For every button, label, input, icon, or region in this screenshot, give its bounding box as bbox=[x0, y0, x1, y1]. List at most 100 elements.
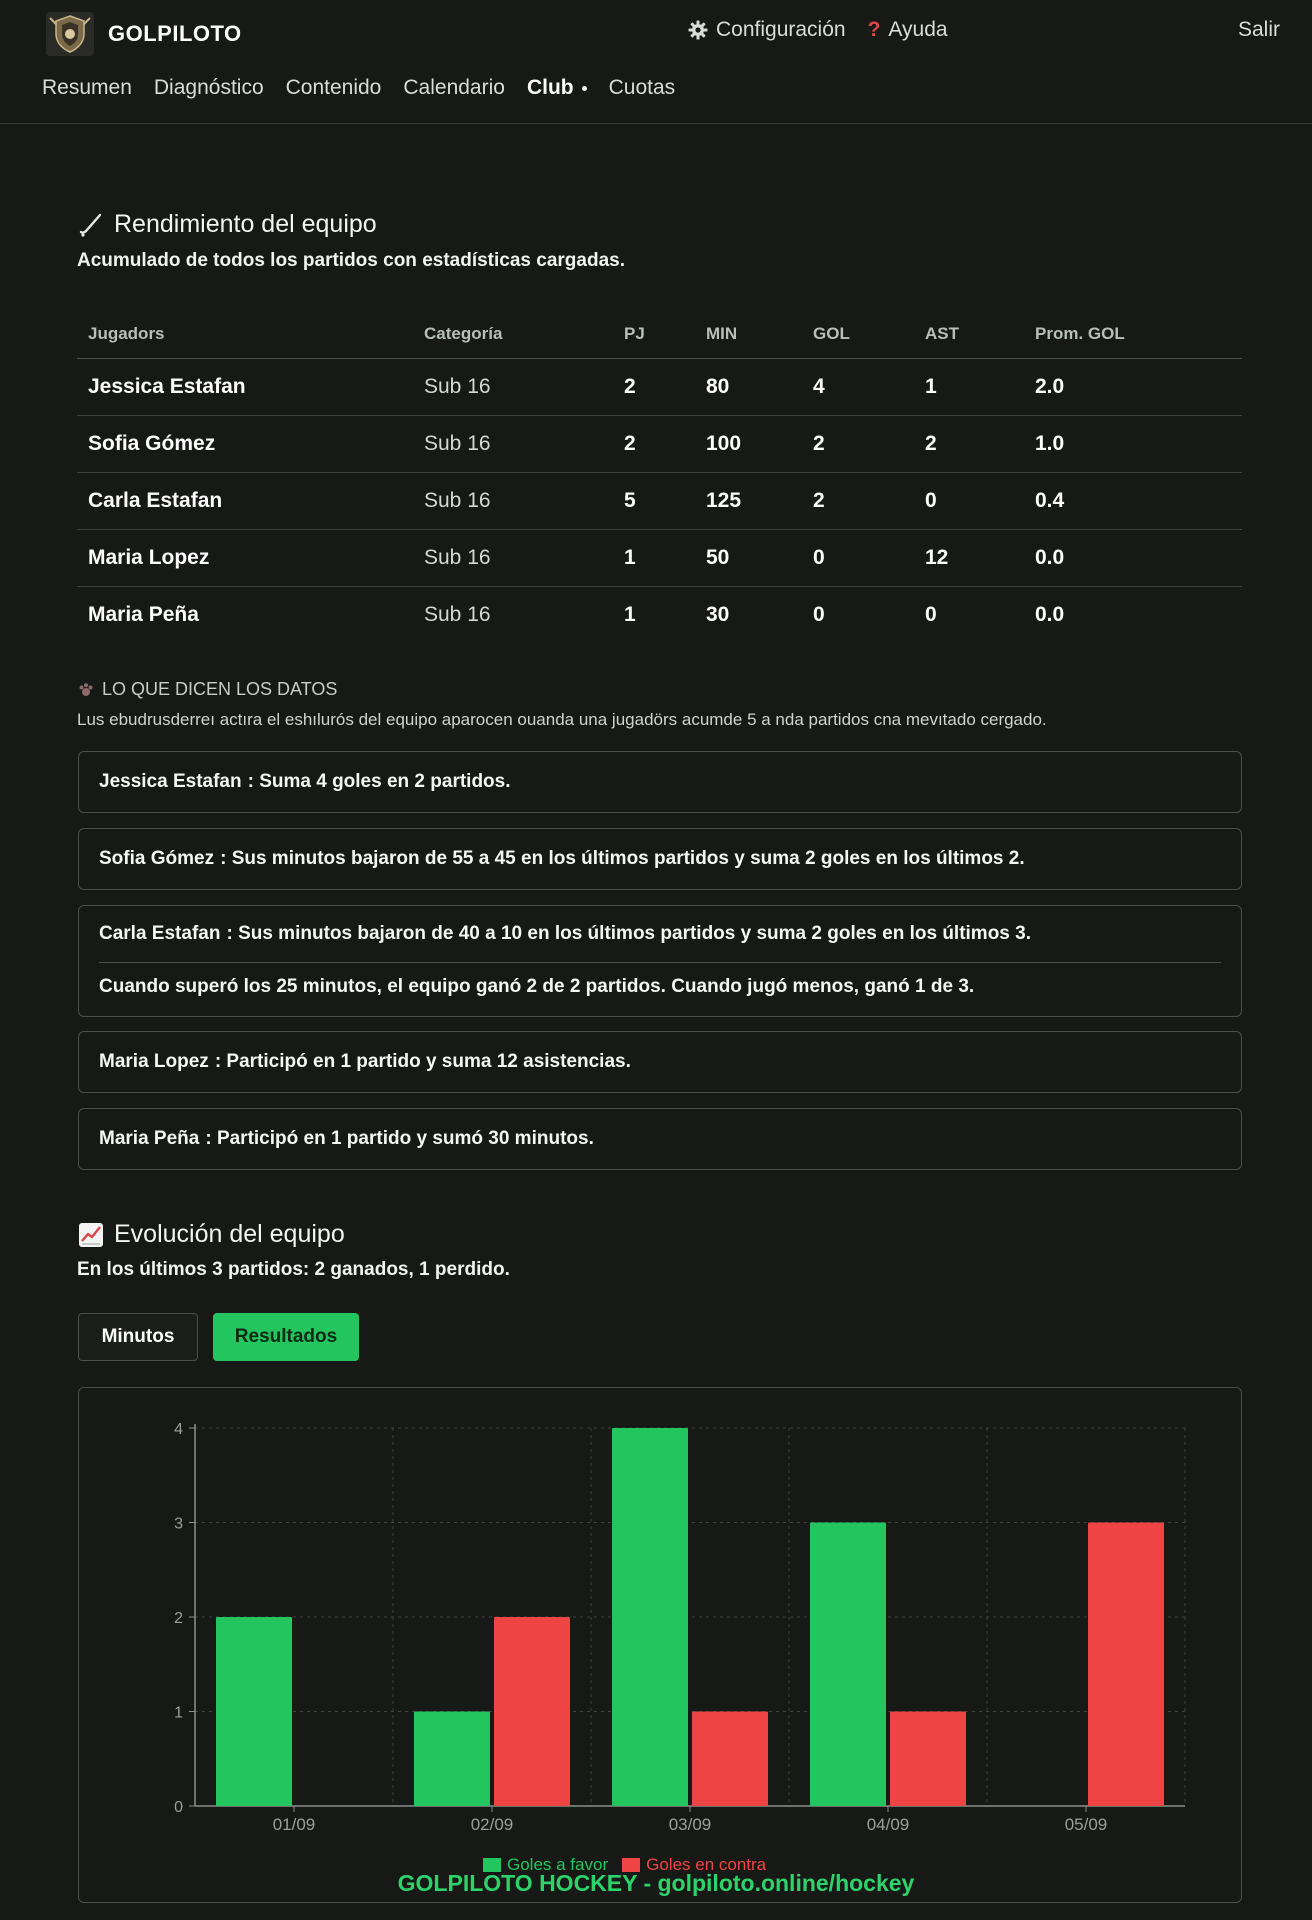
app-header: GOLPILOTO Configuración ? Ayuda Salir Re… bbox=[0, 0, 1312, 124]
category-cell: Sub 16 bbox=[424, 602, 491, 626]
insight-card: Maria Lopez: Participó en 1 partido y su… bbox=[78, 1031, 1242, 1093]
settings-label: Configuración bbox=[716, 18, 846, 41]
performance-title-text: Rendimiento del equipo bbox=[114, 210, 377, 238]
gol-cell: 2 bbox=[802, 472, 914, 530]
ast-cell: 1 bbox=[914, 358, 1024, 416]
insight-line: Cuando superó los 25 minutos, el equipo … bbox=[99, 963, 1221, 1011]
x-tick-label: 01/09 bbox=[273, 1815, 316, 1834]
nav-item-club[interactable]: Club bbox=[527, 76, 587, 100]
header-actions: Configuración ? Ayuda bbox=[688, 18, 948, 42]
column-header[interactable]: Prom. GOL bbox=[1024, 310, 1242, 359]
insight-text: Participó en 1 partido y sumó 30 minutos… bbox=[216, 1128, 594, 1149]
table-row[interactable]: Sofia Gómez Sub 16 2 100 2 2 1.0 bbox=[77, 415, 1242, 473]
evolution-title: Evolución del equipo bbox=[78, 1220, 345, 1249]
gol-cell: 4 bbox=[802, 358, 914, 416]
bar-goles-en-contra bbox=[890, 1711, 966, 1806]
y-tick-label: 1 bbox=[174, 1705, 183, 1722]
column-header[interactable]: Categoría bbox=[413, 310, 613, 359]
prom-gol-cell: 1.0 bbox=[1024, 415, 1242, 473]
player-name: Maria Peña bbox=[88, 602, 199, 626]
nav-item-diagnostico[interactable]: Diagnóstico bbox=[154, 76, 264, 100]
ast-cell: 0 bbox=[925, 602, 937, 626]
chart-trend-icon bbox=[79, 1222, 103, 1247]
y-tick-label: 4 bbox=[174, 1421, 183, 1438]
column-header[interactable]: AST bbox=[914, 310, 1024, 359]
main-nav: Resumen Diagnóstico Contenido Calendario… bbox=[42, 76, 675, 100]
insight-text: Suma 4 goles en 2 partidos. bbox=[259, 771, 511, 792]
category-cell: Sub 16 bbox=[413, 415, 613, 473]
results-toggle-button[interactable]: Resultados bbox=[213, 1313, 359, 1361]
logout-link[interactable]: Salir bbox=[1238, 18, 1280, 42]
player-name: Maria Lopez bbox=[77, 529, 413, 587]
table-row[interactable]: Jessica Estafan Sub 16 2 80 4 1 2.0 bbox=[77, 358, 1242, 416]
insight-text: Cuando superó los 25 minutos, el equipo … bbox=[99, 976, 975, 997]
question-mark-icon: ? bbox=[867, 18, 881, 41]
min-cell: 125 bbox=[695, 472, 802, 530]
brand[interactable]: GOLPILOTO bbox=[44, 10, 242, 58]
category-cell: Sub 16 bbox=[413, 358, 613, 416]
gol-cell: 0 bbox=[802, 529, 914, 587]
x-tick-label: 04/09 bbox=[867, 1815, 910, 1834]
pj-cell: 2 bbox=[613, 358, 695, 416]
x-tick-label: 03/09 bbox=[669, 1815, 712, 1834]
column-header[interactable]: GOL bbox=[802, 310, 914, 359]
bar-goles-en-contra bbox=[692, 1711, 768, 1806]
insight-card: Jessica Estafan: Suma 4 goles en 2 parti… bbox=[78, 751, 1242, 813]
nav-item-calendario[interactable]: Calendario bbox=[403, 76, 505, 100]
prom-gol-cell: 0.0 bbox=[1024, 529, 1242, 587]
nav-item-cuotas[interactable]: Cuotas bbox=[609, 76, 676, 100]
bar-goles-en-contra bbox=[1088, 1522, 1164, 1806]
help-link[interactable]: ? Ayuda bbox=[868, 18, 948, 42]
table-row[interactable]: Carla Estafan Sub 16 5 125 2 0 0.4 bbox=[77, 472, 1242, 530]
ast-cell: 0 bbox=[914, 472, 1024, 530]
column-header[interactable]: Jugadors bbox=[77, 310, 413, 359]
min-cell: 80 bbox=[695, 358, 802, 416]
gear-icon bbox=[688, 20, 708, 40]
settings-link[interactable]: Configuración bbox=[688, 18, 846, 42]
minutes-toggle-button[interactable]: Minutos bbox=[78, 1313, 198, 1361]
player-name: Sofia Gómez bbox=[77, 415, 413, 473]
insight-card: Sofia Gómez: Sus minutos bajaron de 55 a… bbox=[78, 828, 1242, 890]
insight-card: Carla Estafan: Sus minutos bajaron de 40… bbox=[78, 905, 1242, 1017]
evolution-title-text: Evolución del equipo bbox=[114, 1220, 345, 1248]
min-cell: 30 bbox=[706, 602, 730, 626]
player-name: Jessica Estafan bbox=[77, 358, 413, 416]
column-header[interactable]: PJ bbox=[613, 310, 695, 359]
performance-title: Rendimiento del equipo bbox=[78, 210, 377, 239]
results-chart-card: 0 1 2 3 4 01/09 02/09 03/09 04/09 05/09 bbox=[78, 1387, 1242, 1903]
insights-title: LO QUE DICEN LOS DATOS bbox=[102, 679, 338, 699]
column-header[interactable]: MIN bbox=[695, 310, 802, 359]
x-tick-label: 05/09 bbox=[1065, 1815, 1108, 1834]
gol-cell: 2 bbox=[802, 415, 914, 473]
insight-line: Sofia Gómez: Sus minutos bajaron de 55 a… bbox=[99, 848, 1025, 869]
y-tick-label: 0 bbox=[174, 1799, 183, 1816]
footer-watermark: GOLPILOTO HOCKEY - golpiloto.online/hock… bbox=[397, 1870, 915, 1896]
insight-card: Maria Peña: Participó en 1 partido y sum… bbox=[78, 1108, 1242, 1170]
y-tick-label: 3 bbox=[174, 1516, 183, 1533]
ast-cell: 12 bbox=[914, 529, 1024, 587]
insight-player-name: Maria Lopez bbox=[99, 1051, 209, 1072]
nav-item-contenido[interactable]: Contenido bbox=[286, 76, 382, 100]
insight-text: Sus minutos bajaron de 40 a 10 en los úl… bbox=[238, 923, 1031, 944]
table-header-row: Jugadors Categoría PJ MIN GOL AST Prom. … bbox=[77, 310, 1242, 359]
performance-subtitle: Acumulado de todos los partidos con esta… bbox=[77, 250, 625, 271]
table-row[interactable]: Maria Lopez Sub 16 1 50 0 12 0.0 bbox=[77, 529, 1242, 587]
gol-cell: 0 bbox=[813, 602, 825, 626]
insight-player-name: Jessica Estafan bbox=[99, 771, 242, 792]
min-cell: 50 bbox=[695, 529, 802, 587]
category-cell: Sub 16 bbox=[413, 529, 613, 587]
evolution-subtitle: En los últimos 3 partidos: 2 ganados, 1 … bbox=[77, 1259, 510, 1280]
insight-player-name: Maria Peña bbox=[99, 1128, 200, 1149]
table-row[interactable]: Maria Peña Sub 16 1 30 0 0 0.0 bbox=[77, 586, 1242, 643]
insight-player-name: Carla Estafan bbox=[99, 923, 221, 944]
insight-line: Maria Lopez: Participó en 1 partido y su… bbox=[99, 1051, 631, 1072]
nav-item-resumen[interactable]: Resumen bbox=[42, 76, 132, 100]
min-cell: 100 bbox=[695, 415, 802, 473]
pj-cell: 5 bbox=[613, 472, 695, 530]
bar-goles-a-favor bbox=[216, 1617, 292, 1806]
y-tick-label: 2 bbox=[174, 1610, 183, 1627]
insights-note: Lus ebudrusderreı actıra el eshılurós de… bbox=[77, 710, 1047, 729]
bar-goles-a-favor bbox=[810, 1522, 886, 1806]
insight-text: Sus minutos bajaron de 55 a 45 en los úl… bbox=[231, 848, 1025, 869]
x-tick-label: 02/09 bbox=[471, 1815, 514, 1834]
